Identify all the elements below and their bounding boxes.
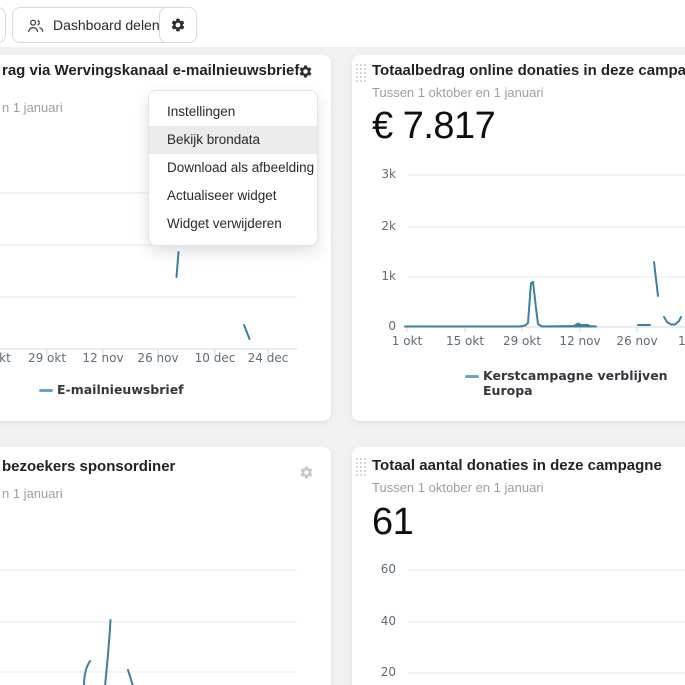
menu-item-verwijderen[interactable]: Widget verwijderen — [149, 210, 317, 238]
widget-subtitle: n 1 januari — [2, 486, 63, 501]
x-tick-label: 1 okt — [391, 334, 423, 348]
x-tick-label: 29 okt — [502, 334, 542, 348]
drag-handle-icon[interactable] — [356, 64, 366, 82]
widget-value: € 7.817 — [372, 105, 496, 147]
legend-item[interactable]: Kerstcampagne verblijven Europa — [483, 368, 685, 398]
share-dashboard-button[interactable]: Dashboard delen — [12, 7, 174, 43]
legend-item[interactable]: E-mailnieuwsbrief — [57, 382, 184, 397]
y-tick-label: 60 — [380, 562, 396, 576]
drag-handle-icon[interactable] — [356, 458, 366, 476]
widget-subtitle: n 1 januari — [2, 100, 63, 115]
x-tick-label: 26 nov — [137, 351, 179, 365]
widget-title: rag via Wervingskanaal e-mailnieuwsbrief — [2, 62, 300, 79]
y-tick-label: 0 — [388, 319, 396, 333]
x-tick-label: 24 dec — [247, 351, 289, 365]
people-icon — [26, 16, 45, 35]
legend-swatch — [465, 375, 479, 378]
widget-title: Totaal aantal donaties in deze campagne — [372, 457, 662, 474]
widget-subtitle: Tussen 1 oktober en 1 januari — [372, 85, 544, 100]
y-tick-label: 40 — [380, 614, 396, 628]
widget-sponsordiner: bezoekers sponsordiner n 1 januari — [0, 447, 331, 685]
y-tick-label: 2k — [381, 219, 396, 233]
x-tick-label: 10 — [678, 334, 685, 348]
widget-subtitle: Tussen 1 oktober en 1 januari — [372, 480, 544, 495]
widget-title: bezoekers sponsordiner — [2, 458, 176, 475]
topbar: Dashboard delen — [0, 0, 685, 47]
line-chart — [404, 174, 685, 332]
share-dashboard-label: Dashboard delen — [53, 17, 160, 33]
y-tick-label: 3k — [381, 167, 396, 181]
gear-icon — [170, 17, 186, 33]
y-tick-label: 20 — [380, 665, 396, 679]
x-tick-label: 10 dec — [194, 351, 236, 365]
menu-item-instellingen[interactable]: Instellingen — [149, 98, 317, 126]
widget-settings-button[interactable] — [299, 464, 315, 480]
dashboard-settings-button[interactable] — [159, 7, 197, 43]
x-tick-label: 12 nov — [559, 334, 601, 348]
widget-settings-button[interactable] — [298, 63, 314, 79]
dashboard-viewport: Dashboard delen rag via Wervingskanaal e… — [0, 0, 685, 685]
gear-icon — [299, 465, 315, 480]
widget-totaal-aantal: Totaal aantal donaties in deze campagne … — [352, 447, 685, 685]
menu-item-actualiseer[interactable]: Actualiseer widget — [149, 182, 317, 210]
x-tick-label: 15 okt — [445, 334, 485, 348]
line-chart — [0, 569, 297, 685]
x-tick-label: 29 okt — [27, 351, 67, 365]
widget-totaalbedrag: Totaalbedrag online donaties in deze cam… — [352, 55, 685, 421]
x-tick-label: 26 nov — [616, 334, 658, 348]
line-chart — [408, 569, 685, 674]
x-tick-label: kt — [0, 351, 11, 365]
widget-context-menu: Instellingen Bekijk brondata Download al… — [148, 90, 318, 246]
y-tick-label: 1k — [381, 269, 396, 283]
partial-button[interactable] — [0, 7, 6, 43]
widget-title: Totaalbedrag online donaties in deze cam… — [372, 62, 685, 79]
gear-icon — [298, 64, 314, 79]
menu-item-bekijk-brondata[interactable]: Bekijk brondata — [149, 126, 317, 154]
widget-value: 61 — [372, 501, 414, 543]
x-tick-label: 12 nov — [82, 351, 124, 365]
legend-swatch — [39, 389, 53, 392]
menu-item-download[interactable]: Download als afbeelding — [149, 154, 317, 182]
